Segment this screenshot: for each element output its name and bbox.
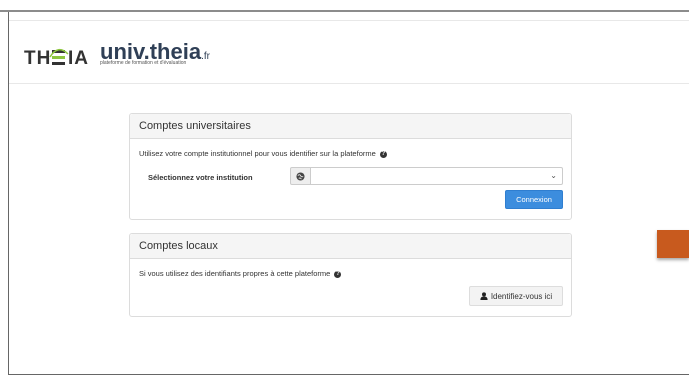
local-login-button[interactable]: Identifiez-vous ici bbox=[469, 286, 563, 306]
help-icon[interactable]: ? bbox=[379, 150, 387, 158]
institution-addon bbox=[290, 167, 311, 185]
local-description: Si vous utilisez des identifiants propre… bbox=[139, 269, 342, 278]
university-accounts-panel: Comptes universitaires Utilisez votre co… bbox=[129, 113, 572, 220]
theia-logo-mark: TH IA bbox=[24, 48, 89, 69]
help-icon[interactable]: ? bbox=[334, 270, 342, 278]
svg-text:IA: IA bbox=[68, 48, 89, 68]
panel-title: Comptes universitaires bbox=[130, 114, 571, 139]
brand-suffix: .fr bbox=[201, 51, 210, 62]
window-bottom-edge bbox=[8, 374, 689, 375]
local-description-text: Si vous utilisez des identifiants propre… bbox=[139, 269, 331, 278]
brand-tagline: plateforme de formation et d'évaluation bbox=[100, 60, 187, 66]
side-tab[interactable] bbox=[657, 230, 689, 258]
user-icon bbox=[480, 292, 488, 300]
connexion-button[interactable]: Connexion bbox=[505, 190, 563, 209]
university-description-text: Utilisez votre compte institutionnel pou… bbox=[139, 149, 376, 158]
chevron-down-icon: ⌄ bbox=[550, 171, 557, 180]
institution-label: Sélectionnez votre institution bbox=[148, 173, 253, 182]
globe-icon bbox=[296, 171, 305, 181]
panel-title: Comptes locaux bbox=[130, 234, 571, 259]
theia-logo[interactable]: TH IA bbox=[24, 46, 102, 74]
local-accounts-panel: Comptes locaux Si vous utilisez des iden… bbox=[129, 233, 572, 317]
local-login-label: Identifiez-vous ici bbox=[490, 291, 553, 301]
svg-text:TH: TH bbox=[24, 48, 51, 68]
university-description: Utilisez votre compte institutionnel pou… bbox=[139, 149, 387, 158]
window-top-edge bbox=[0, 0, 689, 12]
institution-select[interactable]: ⌄ bbox=[310, 167, 563, 185]
